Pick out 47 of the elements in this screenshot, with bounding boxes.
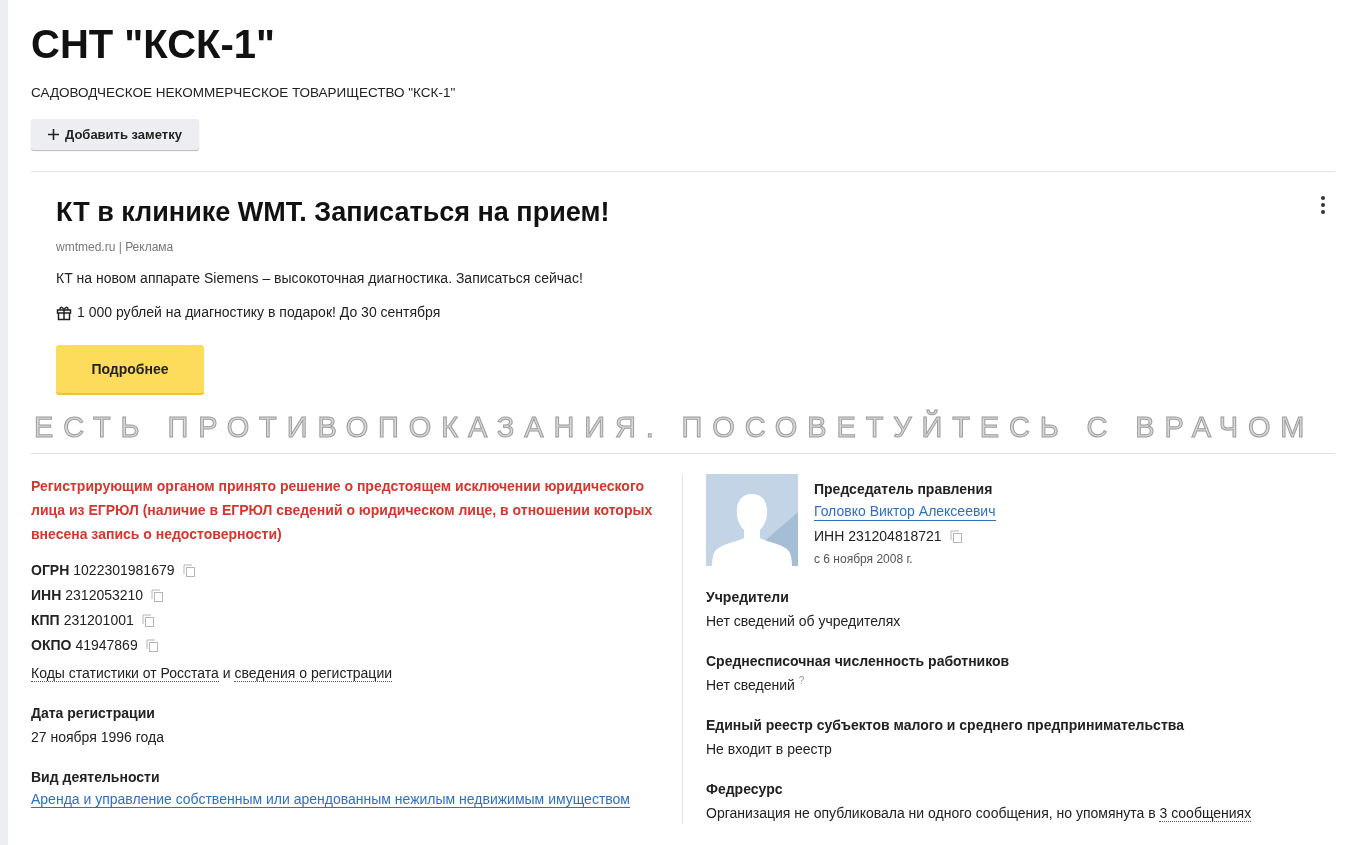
rosstat-codes-link[interactable]: Коды статистики от Росстата [31, 665, 219, 682]
section-value: Нет сведений [706, 676, 795, 695]
add-note-button[interactable]: Добавить заметку [31, 119, 199, 150]
code-value: 41947869 [75, 636, 138, 655]
director-since: с 6 ноября 2008 г. [814, 551, 914, 568]
director-role: Председатель правления [814, 480, 994, 499]
ad-text: КТ на новом аппарате Siemens – высокоточная диагностика. Записаться сейчас! [56, 269, 584, 288]
section-value: Нет сведений об учредителях [706, 612, 902, 631]
section-heading: Дата регистрации [31, 704, 156, 723]
code-value: 2312053210 [65, 586, 144, 605]
section-heading: Среднесписочная численность работников [706, 652, 1011, 671]
section-heading: Учредители [706, 588, 790, 607]
code-label: ИНН [31, 586, 62, 605]
code-label: КПП [31, 611, 60, 630]
section-heading: Единый реестр субъектов малого и среднего предпринимательства [706, 716, 1185, 735]
plus-icon [48, 129, 59, 140]
details-button[interactable]: Подробнее [56, 345, 204, 393]
section-heading: Вид деятельности [31, 768, 161, 787]
registration-info-link[interactable]: сведения о регистрации [234, 665, 393, 682]
ad-promo: 1 000 рублей на диагностику в подарок! До 30 сентября [77, 303, 441, 322]
section-value: Организация не опубликовала ни одного сообщения, но упомянута в 3 сообщениях [706, 804, 1253, 824]
ad-title[interactable]: КТ в клинике WMT. Записаться на прием! [56, 194, 1335, 230]
code-label: ОГРН [31, 561, 70, 580]
copy-icon[interactable] [182, 564, 195, 577]
page-title: СНТ "КСК-1" [31, 21, 276, 68]
more-icon[interactable] [1321, 196, 1325, 214]
code-label: ОКПО [31, 636, 72, 655]
full-name: САДОВОДЧЕСКОЕ НЕКОММЕРЧЕСКОЕ ТОВАРИЩЕСТВО "КСК-1" [31, 84, 457, 102]
messages-link[interactable]: 3 сообщениях [1159, 805, 1252, 822]
exclusion-warning: Регистрирующим органом принято решение о предстоящем исключении юридического лица из ЕГРЮЛ (наличие в ЕГРЮЛ сведений о юридическом лице, в отношении которых внесена запись о недостоверности) [31, 477, 654, 544]
copy-icon[interactable] [151, 589, 164, 602]
code-value: 1022301981679 [73, 561, 175, 580]
director-inn: ИНН 231204818721 [814, 527, 942, 546]
section-heading: Федресурс [706, 780, 784, 799]
director-name-link[interactable]: Головко Виктор Алексеевич [814, 502, 996, 521]
gift-icon [56, 304, 72, 321]
section-value: 27 ноября 1996 года [31, 728, 165, 747]
copy-icon[interactable] [949, 530, 962, 543]
code-value: 231201001 [63, 611, 134, 630]
copy-icon[interactable] [141, 614, 154, 627]
ad-disclaimer: ЕСТЬ ПРОТИВОПОКАЗАНИЯ. ПОСОВЕТУЙТЕСЬ С ВРАЧОМ [34, 411, 1316, 443]
codes-links: Коды статистики от Росстата и сведения о регистрации [31, 664, 394, 684]
copy-icon[interactable] [145, 639, 158, 652]
avatar-icon [706, 474, 798, 566]
section-value: Не входит в реестр [706, 740, 833, 759]
activity-link[interactable]: Аренда и управление собственным или арендованным нежилым недвижимым имуществом [31, 791, 630, 808]
ad-source: wmtmed.ru | Реклама [56, 239, 175, 256]
